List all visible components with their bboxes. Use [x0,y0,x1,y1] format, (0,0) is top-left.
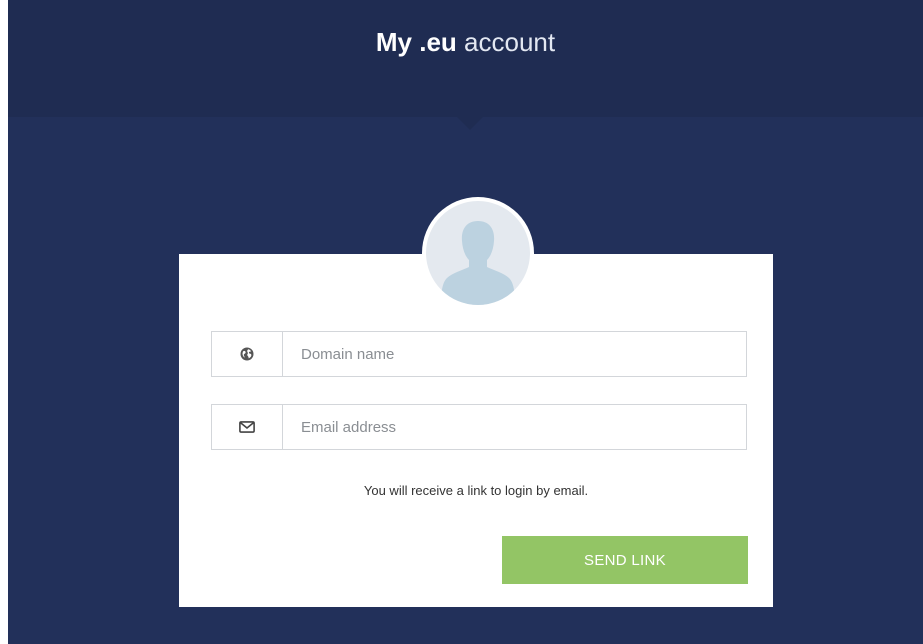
header-bar: My .eu account [8,0,923,117]
header-notch [457,117,483,130]
page-title-brand: My .eu [375,27,457,57]
send-link-button[interactable]: SEND LINK [502,536,748,584]
login-hint-text: You will receive a link to login by emai… [363,483,589,498]
domain-field-group [211,331,747,377]
globe-icon [212,332,283,376]
email-input[interactable] [283,405,743,449]
page-background: My .eu account You will receive [8,0,923,644]
envelope-icon [212,405,283,449]
avatar [422,197,534,309]
page-title: My .eu account [8,26,923,58]
avatar-circle [426,201,530,305]
domain-input[interactable] [283,332,743,376]
email-field-group [211,404,747,450]
page-title-suffix: account [456,27,556,57]
user-silhouette-icon [441,221,515,305]
